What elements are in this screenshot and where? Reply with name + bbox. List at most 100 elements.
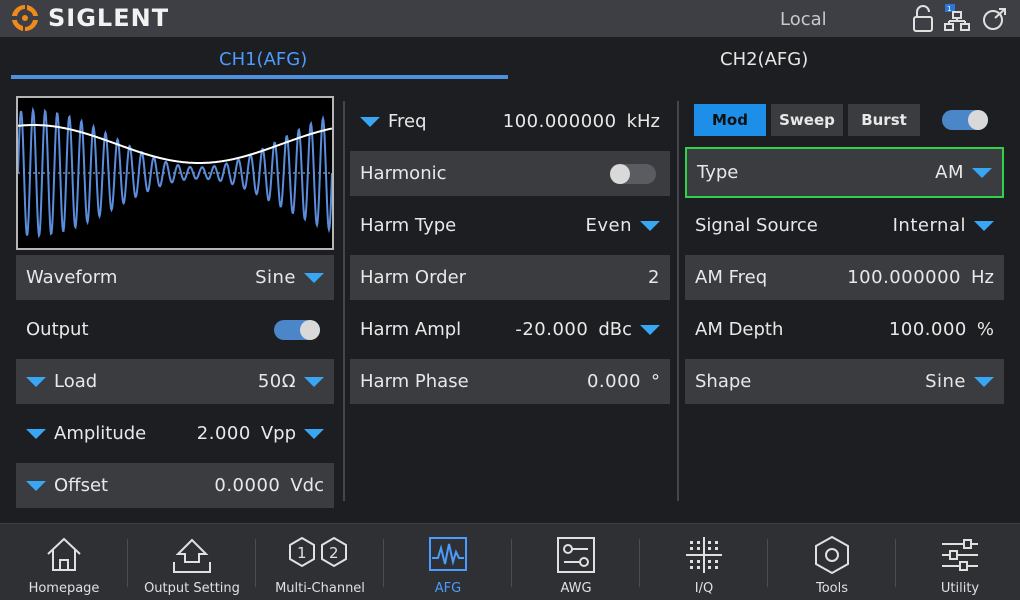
network-badge: 1 [947, 5, 951, 13]
output-toggle[interactable] [274, 319, 320, 340]
dropdown-arrow-icon [640, 220, 660, 231]
active-tab-indicator [11, 75, 508, 79]
brand-name: SIGLENT [48, 4, 170, 32]
amplitude-unit: Vpp [260, 423, 296, 444]
tab-ch1[interactable]: CH1(AFG) [219, 49, 307, 70]
am-freq-unit: Hz [971, 267, 994, 288]
nav-label: Multi-Channel [275, 581, 365, 596]
amplitude-value: 2.000 [196, 423, 251, 444]
harm-phase-unit: ° [651, 371, 660, 392]
am-depth-value: 100.000 [888, 319, 967, 340]
offset-label: Offset [54, 475, 109, 496]
harm-order-label: Harm Order [360, 267, 467, 288]
expand-arrow-icon [360, 116, 380, 127]
unlock-icon[interactable] [912, 5, 934, 33]
shape-row[interactable]: Shape Sine [685, 359, 1004, 404]
harm-ampl-unit: dBc [598, 319, 632, 340]
load-row[interactable]: Load 50Ω [16, 359, 334, 404]
awg-icon [557, 537, 595, 573]
output-label: Output [26, 319, 89, 340]
bottom-nav: Homepage Output Setting 1 2 Multi-Channe… [0, 523, 1020, 600]
am-depth-row[interactable]: AM Depth 100.000 % [685, 307, 1004, 352]
amplitude-row[interactable]: Amplitude 2.000 Vpp [16, 411, 334, 456]
offset-unit: Vdc [290, 475, 324, 496]
signal-source-label: Signal Source [695, 215, 818, 236]
tab-mod[interactable]: Mod [694, 104, 766, 136]
nav-label: Output Setting [144, 581, 240, 596]
siglent-logo-icon [12, 5, 38, 31]
shape-value: Sine [925, 371, 966, 392]
nav-afg[interactable]: AFG [384, 524, 512, 600]
offset-row[interactable]: Offset 0.0000 Vdc [16, 463, 334, 508]
nav-label: I/Q [694, 581, 714, 596]
iq-icon [686, 537, 722, 573]
offset-value: 0.0000 [214, 475, 281, 496]
svg-text:2: 2 [329, 544, 339, 562]
modulation-toggle[interactable] [942, 110, 988, 130]
output-row: Output [16, 307, 334, 352]
load-value: 50Ω [257, 371, 296, 392]
harm-ampl-row[interactable]: Harm Ampl -20.000 dBc [350, 307, 670, 352]
column-divider [677, 101, 679, 501]
dropdown-arrow-icon [304, 428, 324, 439]
share-icon[interactable] [982, 6, 1008, 32]
waveform-row[interactable]: Waveform Sine [16, 255, 334, 300]
am-depth-label: AM Depth [695, 319, 784, 340]
dropdown-arrow-icon [974, 220, 994, 231]
home-icon [47, 537, 81, 571]
harm-type-row[interactable]: Harm Type Even [350, 203, 670, 248]
nav-label: AFG [434, 581, 462, 596]
am-freq-row[interactable]: AM Freq 100.000000 Hz [685, 255, 1004, 300]
afg-icon [429, 537, 467, 571]
nav-utility[interactable]: Utility [896, 524, 1020, 600]
dropdown-arrow-icon [304, 376, 324, 387]
multi-channel-icon: 1 2 [289, 536, 347, 568]
tab-ch2[interactable]: CH2(AFG) [720, 49, 808, 70]
expand-arrow-icon [26, 428, 46, 439]
freq-label: Freq [388, 111, 427, 132]
dropdown-arrow-icon [974, 376, 994, 387]
nav-iq[interactable]: I/Q [640, 524, 768, 600]
harmonic-label: Harmonic [360, 163, 447, 184]
type-value: AM [935, 162, 964, 183]
signal-source-value: Internal [892, 215, 966, 236]
signal-source-row[interactable]: Signal Source Internal [685, 203, 1004, 248]
tab-sweep[interactable]: Sweep [771, 104, 843, 136]
expand-arrow-icon [26, 376, 46, 387]
tab-burst[interactable]: Burst [848, 104, 920, 136]
am-depth-unit: % [976, 319, 994, 340]
column-divider [343, 101, 345, 501]
nav-tools[interactable]: Tools [768, 524, 896, 600]
dropdown-arrow-icon [972, 167, 992, 178]
output-setting-icon [173, 538, 211, 573]
harmonic-toggle[interactable] [610, 163, 656, 184]
harm-phase-row[interactable]: Harm Phase 0.000 ° [350, 359, 670, 404]
waveform-value: Sine [255, 267, 296, 288]
type-label: Type [697, 162, 739, 183]
nav-label: Homepage [28, 581, 100, 596]
network-icon[interactable]: 1 [942, 3, 972, 33]
waveform-preview-plot [17, 106, 333, 239]
nav-awg[interactable]: AWG [512, 524, 640, 600]
utility-icon [942, 539, 978, 571]
nav-label: Tools [815, 581, 849, 596]
expand-arrow-icon [26, 480, 46, 491]
am-freq-value: 100.000000 [847, 267, 962, 288]
harmonic-row: Harmonic [350, 151, 670, 196]
harm-ampl-value: -20.000 [515, 319, 589, 340]
nav-label: AWG [560, 581, 592, 596]
amplitude-label: Amplitude [54, 423, 147, 444]
type-row[interactable]: Type AM [685, 147, 1004, 198]
freq-row[interactable]: Freq 100.000000 kHz [350, 99, 670, 144]
nav-output-setting[interactable]: Output Setting [128, 524, 256, 600]
harm-phase-label: Harm Phase [360, 371, 469, 392]
waveform-preview [16, 96, 334, 250]
am-freq-label: AM Freq [695, 267, 768, 288]
top-bar: SIGLENT Local 1 [0, 0, 1020, 37]
nav-multi-channel[interactable]: 1 2 Multi-Channel [256, 524, 384, 600]
harm-order-row[interactable]: Harm Order 2 [350, 255, 670, 300]
load-label: Load [54, 371, 98, 392]
nav-homepage[interactable]: Homepage [0, 524, 128, 600]
shape-label: Shape [695, 371, 752, 392]
dropdown-arrow-icon [640, 324, 660, 335]
